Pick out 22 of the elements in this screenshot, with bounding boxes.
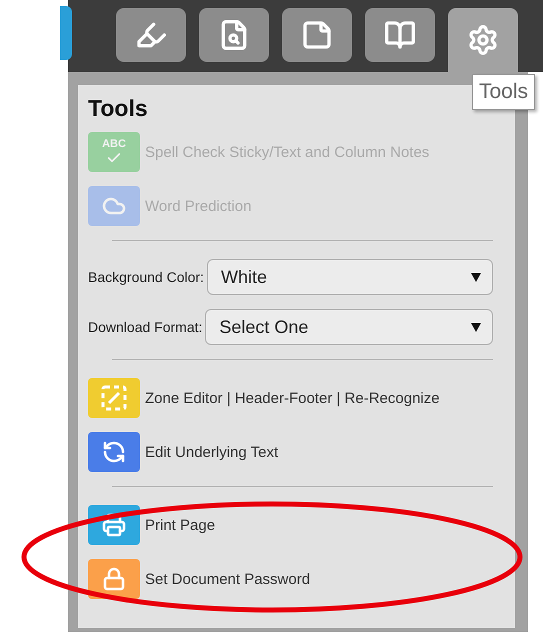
- caret-icon: [470, 321, 482, 333]
- sticky-note-icon: [301, 19, 333, 51]
- panel-title: Tools: [88, 95, 149, 122]
- field-label: Background Color:: [88, 269, 204, 285]
- settings-icon: [467, 24, 499, 56]
- tooltip: Tools: [472, 74, 536, 110]
- toolbar-tab[interactable]: [365, 8, 435, 62]
- book-icon: [384, 19, 416, 51]
- toolbar-tab[interactable]: [199, 8, 269, 62]
- dropdown[interactable]: Select One: [205, 309, 493, 345]
- menu-item[interactable]: Set Document Password: [145, 570, 310, 588]
- dropdown[interactable]: White: [206, 259, 493, 295]
- side-tab[interactable]: [60, 6, 72, 60]
- check-icon: ABC: [88, 132, 140, 172]
- toolbar-tab[interactable]: [448, 8, 518, 72]
- toolbar-tab[interactable]: [282, 8, 352, 62]
- field-label: Download Format:: [88, 319, 202, 335]
- toolbar-tab[interactable]: [116, 8, 186, 62]
- menu-item[interactable]: Edit Underlying Text: [145, 444, 278, 460]
- menu-item[interactable]: Print Page: [145, 516, 216, 534]
- menu-item[interactable]: Zone Editor | Header-Footer | Re-Recognize: [145, 390, 440, 406]
- caret-icon: [470, 271, 482, 283]
